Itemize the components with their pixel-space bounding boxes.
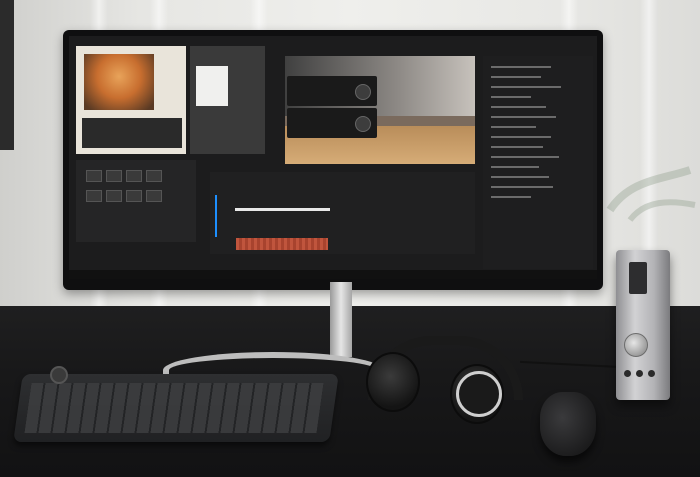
timeline-panel <box>210 172 475 254</box>
timeline-audio-track <box>236 238 328 250</box>
source-monitor-clip <box>76 46 186 154</box>
dark-wall-edge <box>0 0 14 150</box>
project-item <box>491 86 561 88</box>
project-panel <box>483 56 593 269</box>
effect-item <box>146 170 162 182</box>
headphone-logo-ring <box>456 371 502 417</box>
effect-item <box>106 170 122 182</box>
project-item <box>491 96 531 98</box>
project-item <box>491 106 546 108</box>
effects-panel <box>76 160 196 242</box>
amplifier-display <box>629 262 647 294</box>
light-source <box>196 66 228 106</box>
audio-device-thumbnail <box>82 118 182 148</box>
headphone-earcup <box>366 352 420 412</box>
project-item <box>491 146 543 148</box>
effect-item <box>106 190 122 202</box>
project-item <box>491 116 556 118</box>
taskbar <box>69 270 597 279</box>
knob-icon <box>624 333 648 357</box>
knob-icon <box>355 116 371 132</box>
source-monitor-clip <box>190 46 265 154</box>
project-item <box>491 196 531 198</box>
keyboard-icon <box>13 374 339 442</box>
timeline-playhead <box>215 195 217 237</box>
audio-jack <box>624 370 631 377</box>
project-item <box>491 76 541 78</box>
audio-jack <box>648 370 655 377</box>
project-item <box>491 166 539 168</box>
effect-item <box>146 190 162 202</box>
effect-item <box>126 170 142 182</box>
timeline-video-track <box>235 208 330 211</box>
project-item <box>491 66 551 68</box>
portrait-thumbnail <box>84 54 154 110</box>
audio-jack <box>636 370 643 377</box>
effect-item <box>86 170 102 182</box>
effect-item <box>86 190 102 202</box>
effect-item <box>126 190 142 202</box>
knob-icon <box>355 84 371 100</box>
project-item <box>491 186 553 188</box>
plant-silhouette <box>606 166 696 222</box>
project-item <box>491 126 536 128</box>
program-monitor <box>285 56 475 164</box>
mouse-icon <box>540 392 596 456</box>
keyboard-keys <box>24 383 324 433</box>
keyboard-dial-icon <box>50 366 68 384</box>
project-item <box>491 136 551 138</box>
project-item <box>491 156 559 158</box>
desk-setup-photo <box>0 0 700 477</box>
monitor-stand-neck <box>330 282 352 357</box>
project-item <box>491 176 549 178</box>
